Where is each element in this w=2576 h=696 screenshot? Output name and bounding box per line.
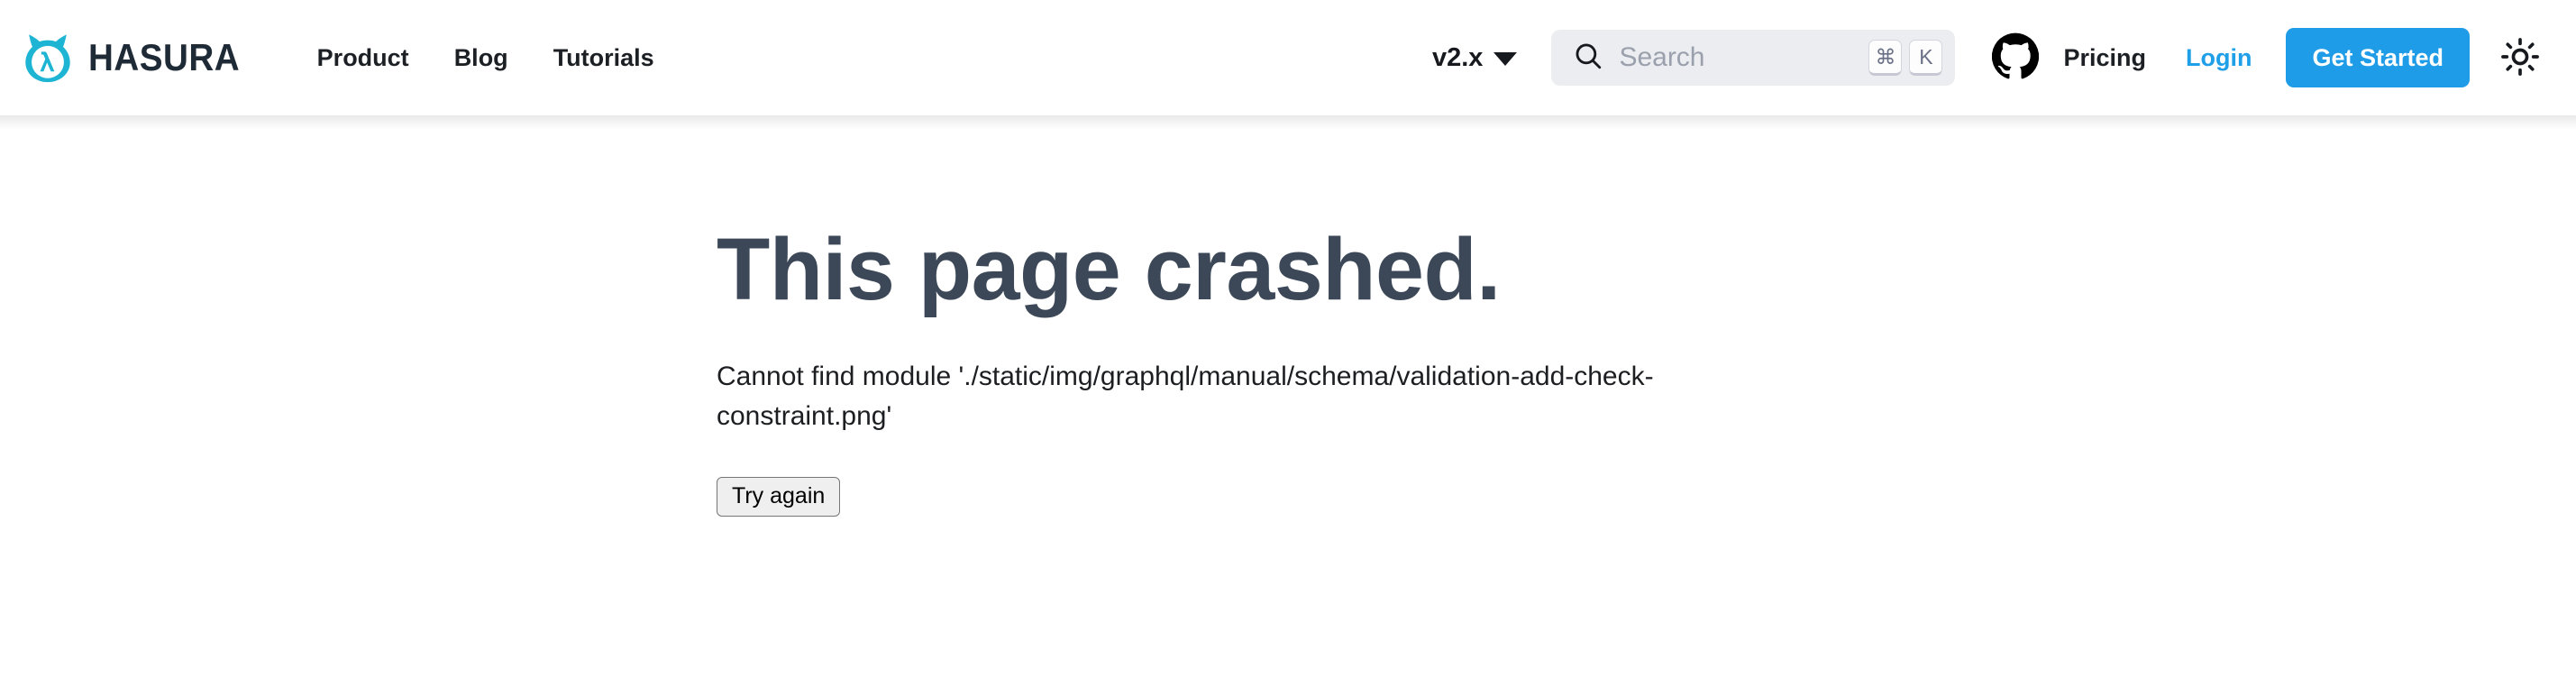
brand-home-link[interactable]: HASURA xyxy=(20,30,253,86)
version-dropdown[interactable]: v2.x xyxy=(1425,42,1524,72)
version-dropdown-label: v2.x xyxy=(1431,42,1484,72)
kbd-k-key: K xyxy=(1909,40,1943,76)
nav-link-tutorials[interactable]: Tutorials xyxy=(531,44,677,72)
brand-wordmark: HASURA xyxy=(88,36,241,78)
main-content: This page crashed. Cannot find module '.… xyxy=(0,115,2576,517)
theme-toggle-button[interactable] xyxy=(2497,34,2544,81)
hasura-lambda-logo-icon xyxy=(20,30,76,86)
kbd-command-key: ⌘ xyxy=(1868,40,1903,76)
nav-link-pricing[interactable]: Pricing xyxy=(2043,44,2166,72)
site-navbar: HASURA Product Blog Tutorials v2.x Searc… xyxy=(0,0,2576,130)
github-icon xyxy=(1992,32,2040,84)
search-input[interactable]: Search ⌘ K xyxy=(1551,30,1956,86)
search-placeholder-text: Search xyxy=(1619,42,1705,72)
chevron-down-icon xyxy=(1494,52,1518,66)
search-shortcut-hint: ⌘ K xyxy=(1868,40,1943,76)
search-icon xyxy=(1573,41,1603,76)
get-started-button[interactable]: Get Started xyxy=(2286,28,2470,87)
nav-link-blog[interactable]: Blog xyxy=(432,44,531,72)
sun-icon xyxy=(2500,37,2540,79)
primary-nav: Product Blog Tutorials xyxy=(295,44,677,72)
nav-link-login[interactable]: Login xyxy=(2166,44,2271,72)
error-message-text: Cannot find module './static/img/graphql… xyxy=(717,361,1654,432)
try-again-button[interactable]: Try again xyxy=(717,476,841,517)
page-title: This page crashed. xyxy=(717,220,1501,318)
navbar-right-group: v2.x Search ⌘ K Pricing Login Get Starte… xyxy=(1425,28,2544,87)
nav-link-product[interactable]: Product xyxy=(295,44,432,72)
github-link[interactable] xyxy=(1987,30,2043,86)
error-boundary-panel: This page crashed. Cannot find module '.… xyxy=(717,224,1780,517)
